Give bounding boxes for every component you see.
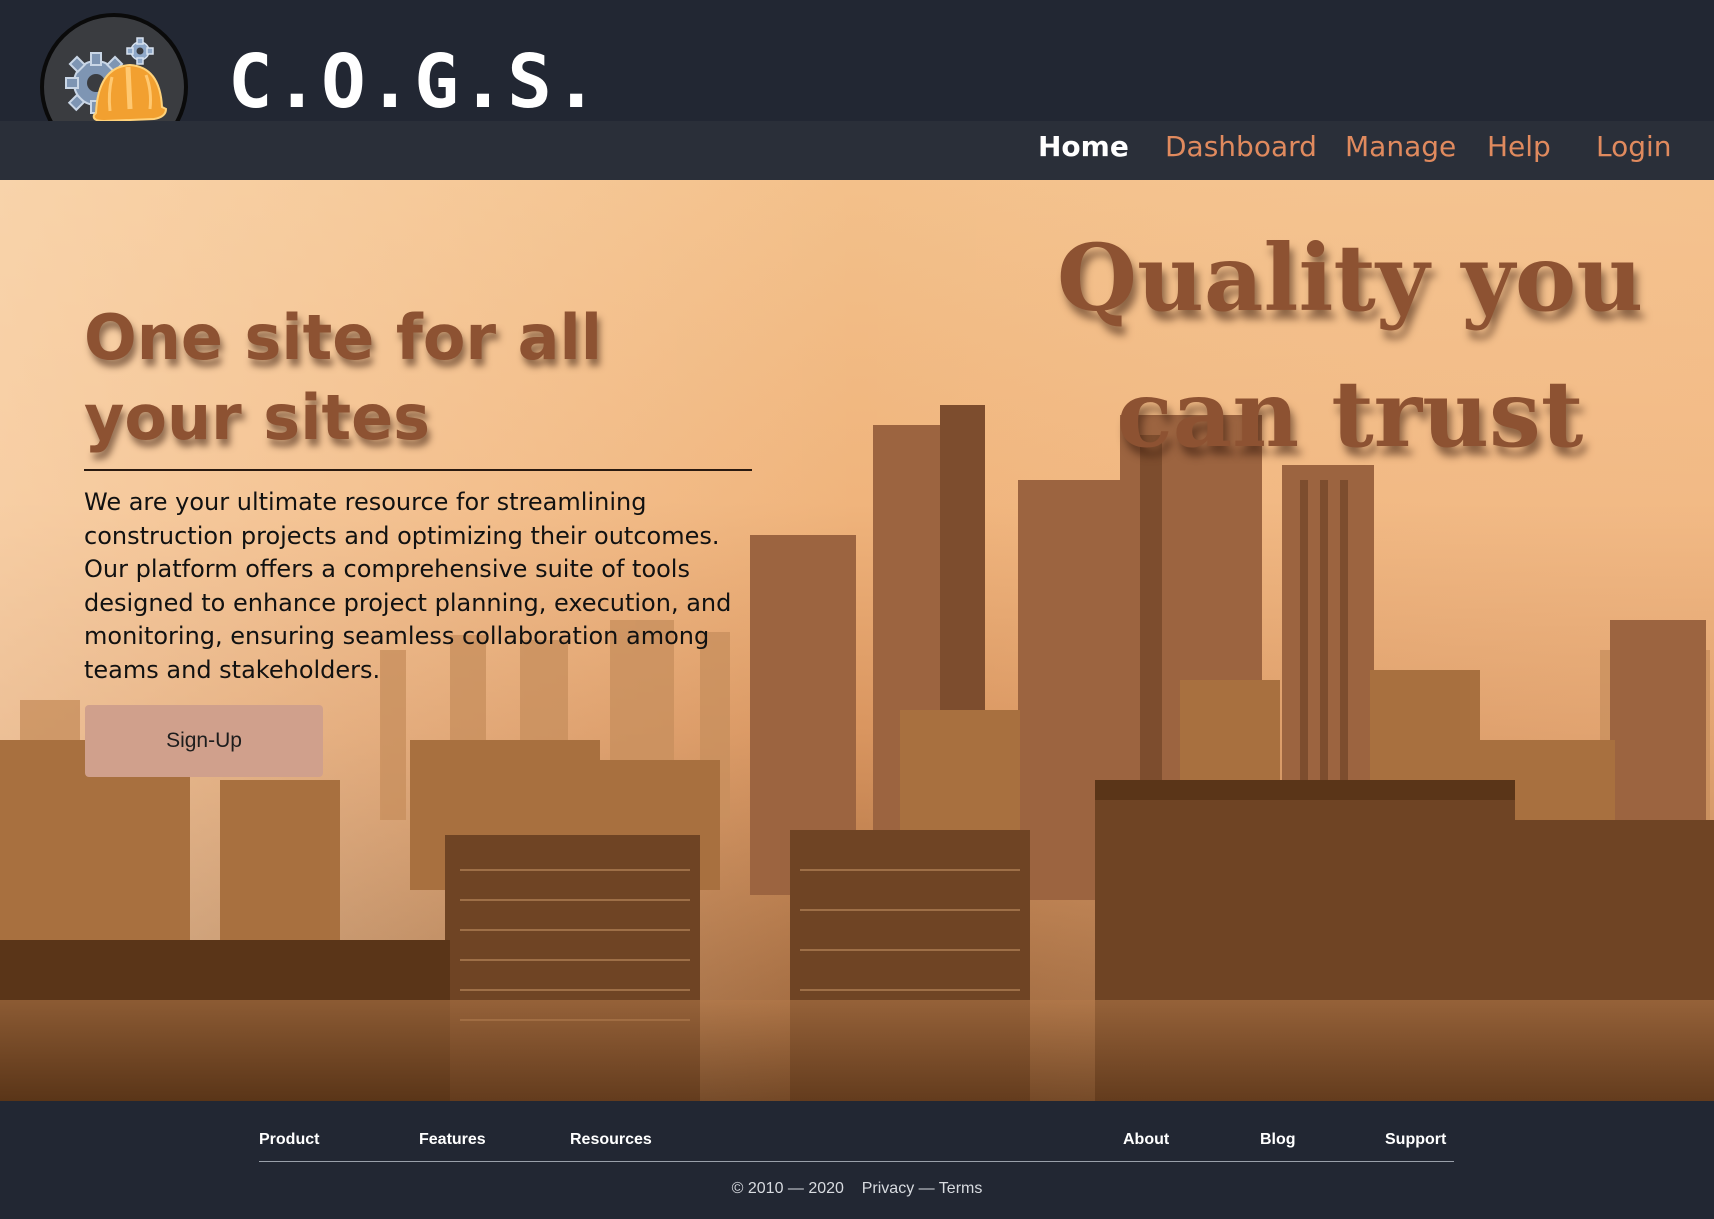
nav-help[interactable]: Help [1487,121,1551,180]
footer-link-blog[interactable]: Blog [1260,1131,1296,1149]
nav-manage[interactable]: Manage [1345,121,1456,180]
hero-divider [84,469,752,471]
footer-divider [259,1161,1454,1162]
nav-login[interactable]: Login [1596,121,1672,180]
footer-link-about[interactable]: About [1123,1131,1169,1149]
hero-description: We are your ultimate resource for stream… [84,488,732,684]
footer-link-resources[interactable]: Resources [570,1131,652,1149]
footer-link-support[interactable]: Support [1385,1131,1446,1149]
nav-home[interactable]: Home [1038,121,1129,180]
footer-link-product[interactable]: Product [259,1131,319,1149]
site-footer: Product Features Resources About Blog Su… [0,1101,1714,1219]
footer-link-features[interactable]: Features [419,1131,486,1149]
legal-separator: — [918,1180,935,1197]
hero-section: One site for all your sites We are your … [0,180,1714,1101]
privacy-link[interactable]: Privacy [862,1180,914,1197]
signup-button[interactable]: Sign-Up [85,705,323,777]
hero-title: One site for all your sites [84,301,602,454]
brand-name: C.O.G.S. [228,39,601,125]
terms-link[interactable]: Terms [939,1180,983,1197]
copyright-text: © 2010 — 2020 [731,1180,844,1197]
footer-legal: © 2010 — 2020 Privacy — Terms [0,1180,1714,1198]
hero-tagline: Quality you can trust [1056,224,1644,468]
site-header: C.O.G.S. Home Dashboard Manage Help Logi… [0,0,1714,180]
nav-dashboard[interactable]: Dashboard [1165,121,1317,180]
main-nav: Home Dashboard Manage Help Login [0,121,1714,180]
